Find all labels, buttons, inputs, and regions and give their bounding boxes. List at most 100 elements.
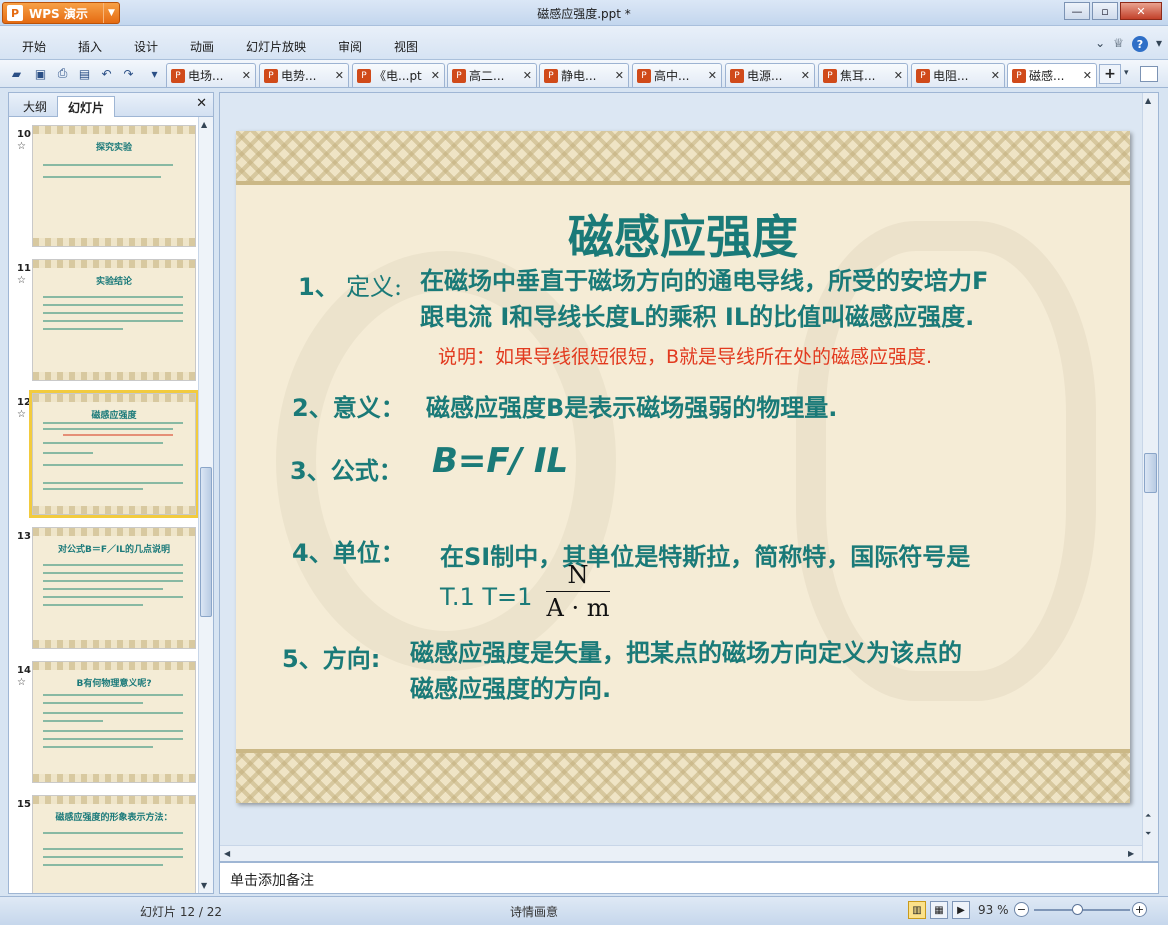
menu-design[interactable]: 设计 [134, 38, 158, 55]
editor-vertical-scrollbar[interactable]: ▲ ⏶ ⏷ [1142, 93, 1158, 861]
animation-star-icon: ☆ [17, 677, 26, 688]
tab-outline[interactable]: 大纲 [13, 96, 57, 117]
scroll-right-icon[interactable]: ▶ [1128, 849, 1134, 858]
doc-tab-5[interactable]: P 静电... ✕ [539, 63, 629, 87]
close-tab-icon[interactable]: ✕ [1079, 69, 1092, 82]
slide-title[interactable]: 磁感应强度 [236, 201, 1130, 267]
menu-review[interactable]: 审阅 [338, 38, 362, 55]
scrollbar-thumb[interactable] [200, 467, 212, 617]
slide-thumbnail-14[interactable]: B有何物理意义呢? [32, 661, 196, 783]
item1-line1[interactable]: 在磁场中垂直于磁场方向的通电导线，所受的安培力F [420, 261, 988, 296]
doc-tab-3[interactable]: P 《电...pt ✕ [352, 63, 445, 87]
zoom-out-icon[interactable]: − [1014, 902, 1029, 917]
doc-tab-6[interactable]: P 高中... ✕ [632, 63, 722, 87]
help-dropdown-icon[interactable]: ▾ [1156, 36, 1162, 52]
doc-tab-9[interactable]: P 电阻... ✕ [911, 63, 1005, 87]
scroll-up-icon[interactable]: ▲ [1145, 96, 1151, 105]
scroll-up-icon[interactable]: ▲ [201, 120, 207, 129]
close-tab-icon[interactable]: ✕ [519, 69, 532, 82]
skin-icon[interactable]: ♕ [1113, 36, 1124, 52]
item1-note[interactable]: 说明：如果导线很短很短，B就是导线所在处的磁感应强度. [438, 342, 932, 369]
menu-slideshow[interactable]: 幻灯片放映 [246, 38, 306, 55]
close-button[interactable]: ✕ [1120, 2, 1162, 20]
ppt-file-icon: P [1012, 68, 1026, 83]
zoom-slider-knob[interactable] [1072, 904, 1083, 915]
next-slide-icon[interactable]: ⏷ [1145, 829, 1151, 839]
slide-thumbnail-11[interactable]: 实验结论 [32, 259, 196, 381]
close-panel-icon[interactable]: ✕ [196, 96, 207, 111]
slide-thumbnails: 10 ☆ 探究实验 11 ☆ 实验结论 12 ☆ 磁感应强度 13 对公式B＝F… [9, 117, 199, 893]
save-icon[interactable]: ▣ [32, 65, 49, 82]
doc-tab-8[interactable]: P 焦耳... ✕ [818, 63, 908, 87]
customize-dropdown-icon[interactable]: ▾ [146, 65, 163, 82]
tab-dropdown-icon[interactable]: ▾ [1124, 68, 1129, 78]
title-bar: P WPS 演示 ▼ 磁感应强度.ppt * — ▫ ✕ [0, 0, 1168, 26]
doc-tab-2[interactable]: P 电势... ✕ [259, 63, 349, 87]
slide-thumbnail-12-selected[interactable]: 磁感应强度 [29, 390, 199, 518]
thumb-number: 12 [17, 397, 31, 408]
slide-thumbnail-13[interactable]: 对公式B＝F／IL的几点说明 [32, 527, 196, 649]
item1-line2[interactable]: 跟电流 I和导线长度L的乘积 IL的比值叫磁感应强度. [420, 297, 974, 332]
doc-tab-4[interactable]: P 高二... ✕ [447, 63, 537, 87]
menu-home[interactable]: 开始 [22, 38, 46, 55]
new-tab-button[interactable]: + [1099, 64, 1121, 84]
print-preview-icon[interactable]: ▤ [76, 65, 93, 82]
maximize-button[interactable]: ▫ [1092, 2, 1118, 20]
menu-animation[interactable]: 动画 [190, 38, 214, 55]
slide-thumbnail-15[interactable]: 磁感应强度的形象表示方法： [32, 795, 196, 893]
scrollbar-thumb[interactable] [1144, 453, 1157, 493]
print-icon[interactable]: ⎙ [54, 65, 71, 82]
notes-placeholder[interactable]: 单击添加备注 [230, 870, 314, 890]
status-bar: 幻灯片 12 / 22 诗情画意 ▥ ▦ ▶ 93 % − + [0, 896, 1168, 925]
editor-horizontal-scrollbar[interactable]: ◀ ▶ [220, 845, 1142, 861]
scroll-down-icon[interactable]: ▼ [201, 881, 207, 890]
doc-tab-1[interactable]: P 电场... ✕ [166, 63, 256, 87]
menu-view[interactable]: 视图 [394, 38, 418, 55]
slide-sorter-icon[interactable]: ▦ [930, 901, 948, 919]
minimize-button[interactable]: — [1064, 2, 1090, 20]
doc-tab-7[interactable]: P 电源... ✕ [725, 63, 815, 87]
thumb-number: 15 [17, 799, 31, 810]
tab-slides[interactable]: 幻灯片 [57, 96, 116, 117]
tab-list-icon[interactable] [1140, 66, 1158, 82]
slide-thumbnail-10[interactable]: 探究实验 [32, 125, 196, 247]
doc-tab-label: 电阻... [933, 69, 969, 83]
notes-pane[interactable]: 单击添加备注 [219, 862, 1159, 894]
item4-line2[interactable]: T.1 T=1 [440, 583, 532, 611]
item4-line1[interactable]: 在SI制中，其单位是特斯拉，简称特，国际符号是 [440, 537, 970, 572]
slide-canvas[interactable]: 磁感应强度 1、 定义: 在磁场中垂直于磁场方向的通电导线，所受的安培力F 跟电… [236, 131, 1130, 803]
open-folder-icon[interactable]: ▰ [8, 65, 25, 82]
redo-icon[interactable]: ↷ [120, 65, 137, 82]
item5-line2[interactable]: 磁感应强度的方向. [410, 669, 611, 704]
ppt-file-icon: P [730, 68, 744, 83]
zoom-in-icon[interactable]: + [1132, 902, 1147, 917]
previous-slide-icon[interactable]: ⏶ [1145, 811, 1151, 821]
close-tab-icon[interactable]: ✕ [238, 69, 251, 82]
close-tab-icon[interactable]: ✕ [704, 69, 717, 82]
thumbnails-scrollbar[interactable]: ▲ ▼ [198, 117, 213, 893]
unit-fraction: N A · m [546, 561, 610, 622]
scroll-left-icon[interactable]: ◀ [224, 849, 230, 858]
close-tab-icon[interactable]: ✕ [331, 69, 344, 82]
item2-text[interactable]: 磁感应强度B是表示磁场强弱的物理量. [426, 388, 837, 423]
menu-insert[interactable]: 插入 [78, 38, 102, 55]
normal-view-icon[interactable]: ▥ [908, 901, 926, 919]
item3-formula[interactable]: B=F/ IL [432, 441, 568, 481]
close-tab-icon[interactable]: ✕ [987, 69, 1000, 82]
close-tab-icon[interactable]: ✕ [797, 69, 810, 82]
doc-tab-label: 电势... [281, 69, 317, 83]
slideshow-icon[interactable]: ▶ [952, 901, 970, 919]
close-tab-icon[interactable]: ✕ [611, 69, 624, 82]
collapse-ribbon-icon[interactable]: ⌄ [1095, 36, 1105, 52]
slide-counter: 幻灯片 12 / 22 [140, 905, 223, 919]
close-tab-icon[interactable]: ✕ [890, 69, 903, 82]
item2-label: 2、意义： [292, 394, 405, 422]
help-icon[interactable]: ? [1131, 36, 1148, 52]
close-tab-icon[interactable]: ✕ [427, 69, 440, 82]
doc-tab-10-active[interactable]: P 磁感... ✕ [1007, 63, 1097, 87]
undo-icon[interactable]: ↶ [98, 65, 115, 82]
item5-line1[interactable]: 磁感应强度是矢量，把某点的磁场方向定义为该点的 [410, 633, 962, 668]
doc-tab-label: 焦耳... [840, 69, 876, 83]
thumb-title: 对公式B＝F／IL的几点说明 [57, 545, 171, 555]
thumb-title: 磁感应强度的形象表示方法： [55, 813, 173, 823]
